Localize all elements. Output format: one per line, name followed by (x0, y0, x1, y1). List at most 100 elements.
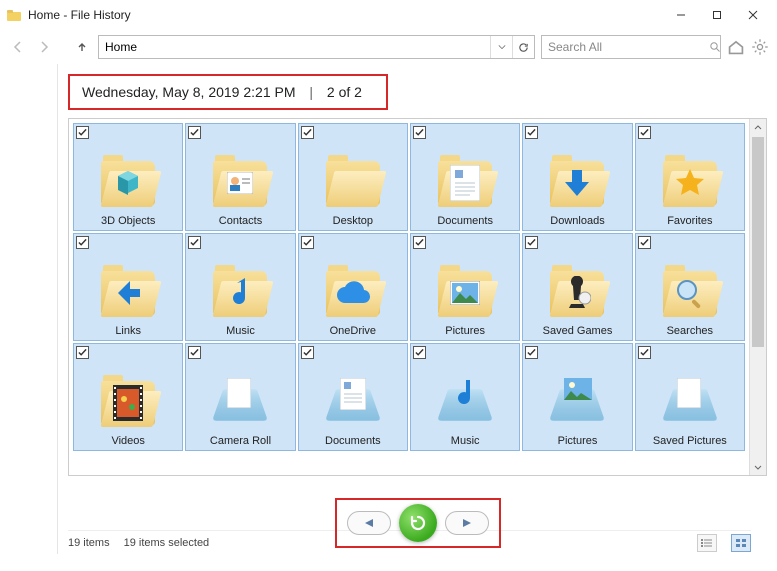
magnify-icon (662, 265, 718, 321)
scroll-down-button[interactable] (750, 458, 766, 475)
item-label: Saved Pictures (653, 435, 727, 447)
item-checkbox[interactable] (413, 236, 426, 249)
settings-icon[interactable] (751, 38, 769, 56)
search-box (541, 35, 721, 59)
maximize-button[interactable] (699, 0, 735, 30)
item-checkbox[interactable] (413, 346, 426, 359)
doc-icon (437, 155, 493, 211)
item-label: Contacts (219, 215, 262, 227)
search-icon[interactable] (709, 41, 721, 53)
address-bar (98, 35, 535, 59)
details-view-button[interactable] (697, 534, 717, 552)
item-checkbox[interactable] (76, 236, 89, 249)
arrow-up-icon (100, 265, 156, 321)
file-item[interactable]: Pictures (522, 343, 632, 451)
doc-library-icon (212, 375, 268, 431)
item-checkbox[interactable] (638, 346, 651, 359)
item-checkbox[interactable] (301, 126, 314, 139)
folder-icon (325, 155, 381, 211)
scroll-thumb[interactable] (752, 137, 764, 347)
close-button[interactable] (735, 0, 771, 30)
item-checkbox[interactable] (638, 126, 651, 139)
item-label: Music (226, 325, 255, 337)
file-item[interactable]: Downloads (522, 123, 632, 231)
cloud-icon (325, 265, 381, 321)
item-checkbox[interactable] (525, 126, 538, 139)
item-label: Pictures (558, 435, 598, 447)
item-checkbox[interactable] (76, 346, 89, 359)
file-item[interactable]: Saved Pictures (635, 343, 745, 451)
navigation-toolbar (0, 30, 777, 64)
file-item[interactable]: Links (73, 233, 183, 341)
note-library-icon (437, 375, 493, 431)
title-bar: Home - File History (0, 0, 777, 30)
item-checkbox[interactable] (301, 236, 314, 249)
selected-count: 19 items selected (124, 537, 210, 549)
item-label: Documents (325, 435, 381, 447)
item-label: Pictures (445, 325, 485, 337)
item-label: Links (115, 325, 141, 337)
separator: | (309, 84, 313, 100)
address-dropdown[interactable] (490, 36, 512, 58)
file-item[interactable]: Documents (298, 343, 408, 451)
icons-view-button[interactable] (731, 534, 751, 552)
item-checkbox[interactable] (413, 126, 426, 139)
file-item[interactable]: Desktop (298, 123, 408, 231)
file-item[interactable]: Camera Roll (185, 343, 295, 451)
item-checkbox[interactable] (76, 126, 89, 139)
next-version-button[interactable] (445, 511, 489, 535)
item-checkbox[interactable] (301, 346, 314, 359)
file-item[interactable]: 3D Objects (73, 123, 183, 231)
chess-icon (549, 265, 605, 321)
minimize-button[interactable] (663, 0, 699, 30)
file-item[interactable]: OneDrive (298, 233, 408, 341)
item-label: Saved Games (543, 325, 613, 337)
item-label: OneDrive (330, 325, 376, 337)
file-item[interactable]: Videos (73, 343, 183, 451)
item-checkbox[interactable] (525, 236, 538, 249)
file-item[interactable]: Searches (635, 233, 745, 341)
item-label: 3D Objects (101, 215, 155, 227)
item-label: Music (451, 435, 480, 447)
search-input[interactable] (542, 40, 709, 54)
file-item[interactable]: Contacts (185, 123, 295, 231)
item-checkbox[interactable] (188, 126, 201, 139)
home-icon[interactable] (727, 38, 745, 56)
item-checkbox[interactable] (525, 346, 538, 359)
address-input[interactable] (99, 36, 490, 58)
version-info-bar: Wednesday, May 8, 2019 2:21 PM | 2 of 2 (68, 74, 388, 110)
doc-library2-icon (325, 375, 381, 431)
file-item[interactable]: Music (185, 233, 295, 341)
item-checkbox[interactable] (188, 346, 201, 359)
item-checkbox[interactable] (638, 236, 651, 249)
item-count: 19 items (68, 537, 110, 549)
version-timestamp: Wednesday, May 8, 2019 2:21 PM (82, 84, 296, 100)
previous-version-button[interactable] (347, 511, 391, 535)
file-item[interactable]: Saved Games (522, 233, 632, 341)
picture-library-icon (549, 375, 605, 431)
left-pane (0, 64, 58, 554)
item-label: Downloads (550, 215, 604, 227)
star-icon (662, 155, 718, 211)
doc-library-icon (662, 375, 718, 431)
vertical-scrollbar[interactable] (749, 119, 766, 475)
note-icon (212, 265, 268, 321)
item-label: Desktop (333, 215, 373, 227)
window-title: Home - File History (28, 8, 131, 22)
scroll-up-button[interactable] (750, 119, 766, 136)
file-grid: 3D Objects Contacts Desktop Documents Downlo… (69, 119, 749, 475)
file-item[interactable]: Documents (410, 123, 520, 231)
forward-button[interactable] (34, 37, 54, 57)
file-item[interactable]: Music (410, 343, 520, 451)
file-item[interactable]: Pictures (410, 233, 520, 341)
picture-icon (437, 265, 493, 321)
file-item[interactable]: Favorites (635, 123, 745, 231)
up-button[interactable] (72, 37, 92, 57)
back-button[interactable] (8, 37, 28, 57)
item-label: Searches (667, 325, 713, 337)
refresh-button[interactable] (512, 36, 534, 58)
item-label: Documents (437, 215, 493, 227)
restore-button[interactable] (399, 504, 437, 542)
item-checkbox[interactable] (188, 236, 201, 249)
app-icon (6, 7, 22, 23)
